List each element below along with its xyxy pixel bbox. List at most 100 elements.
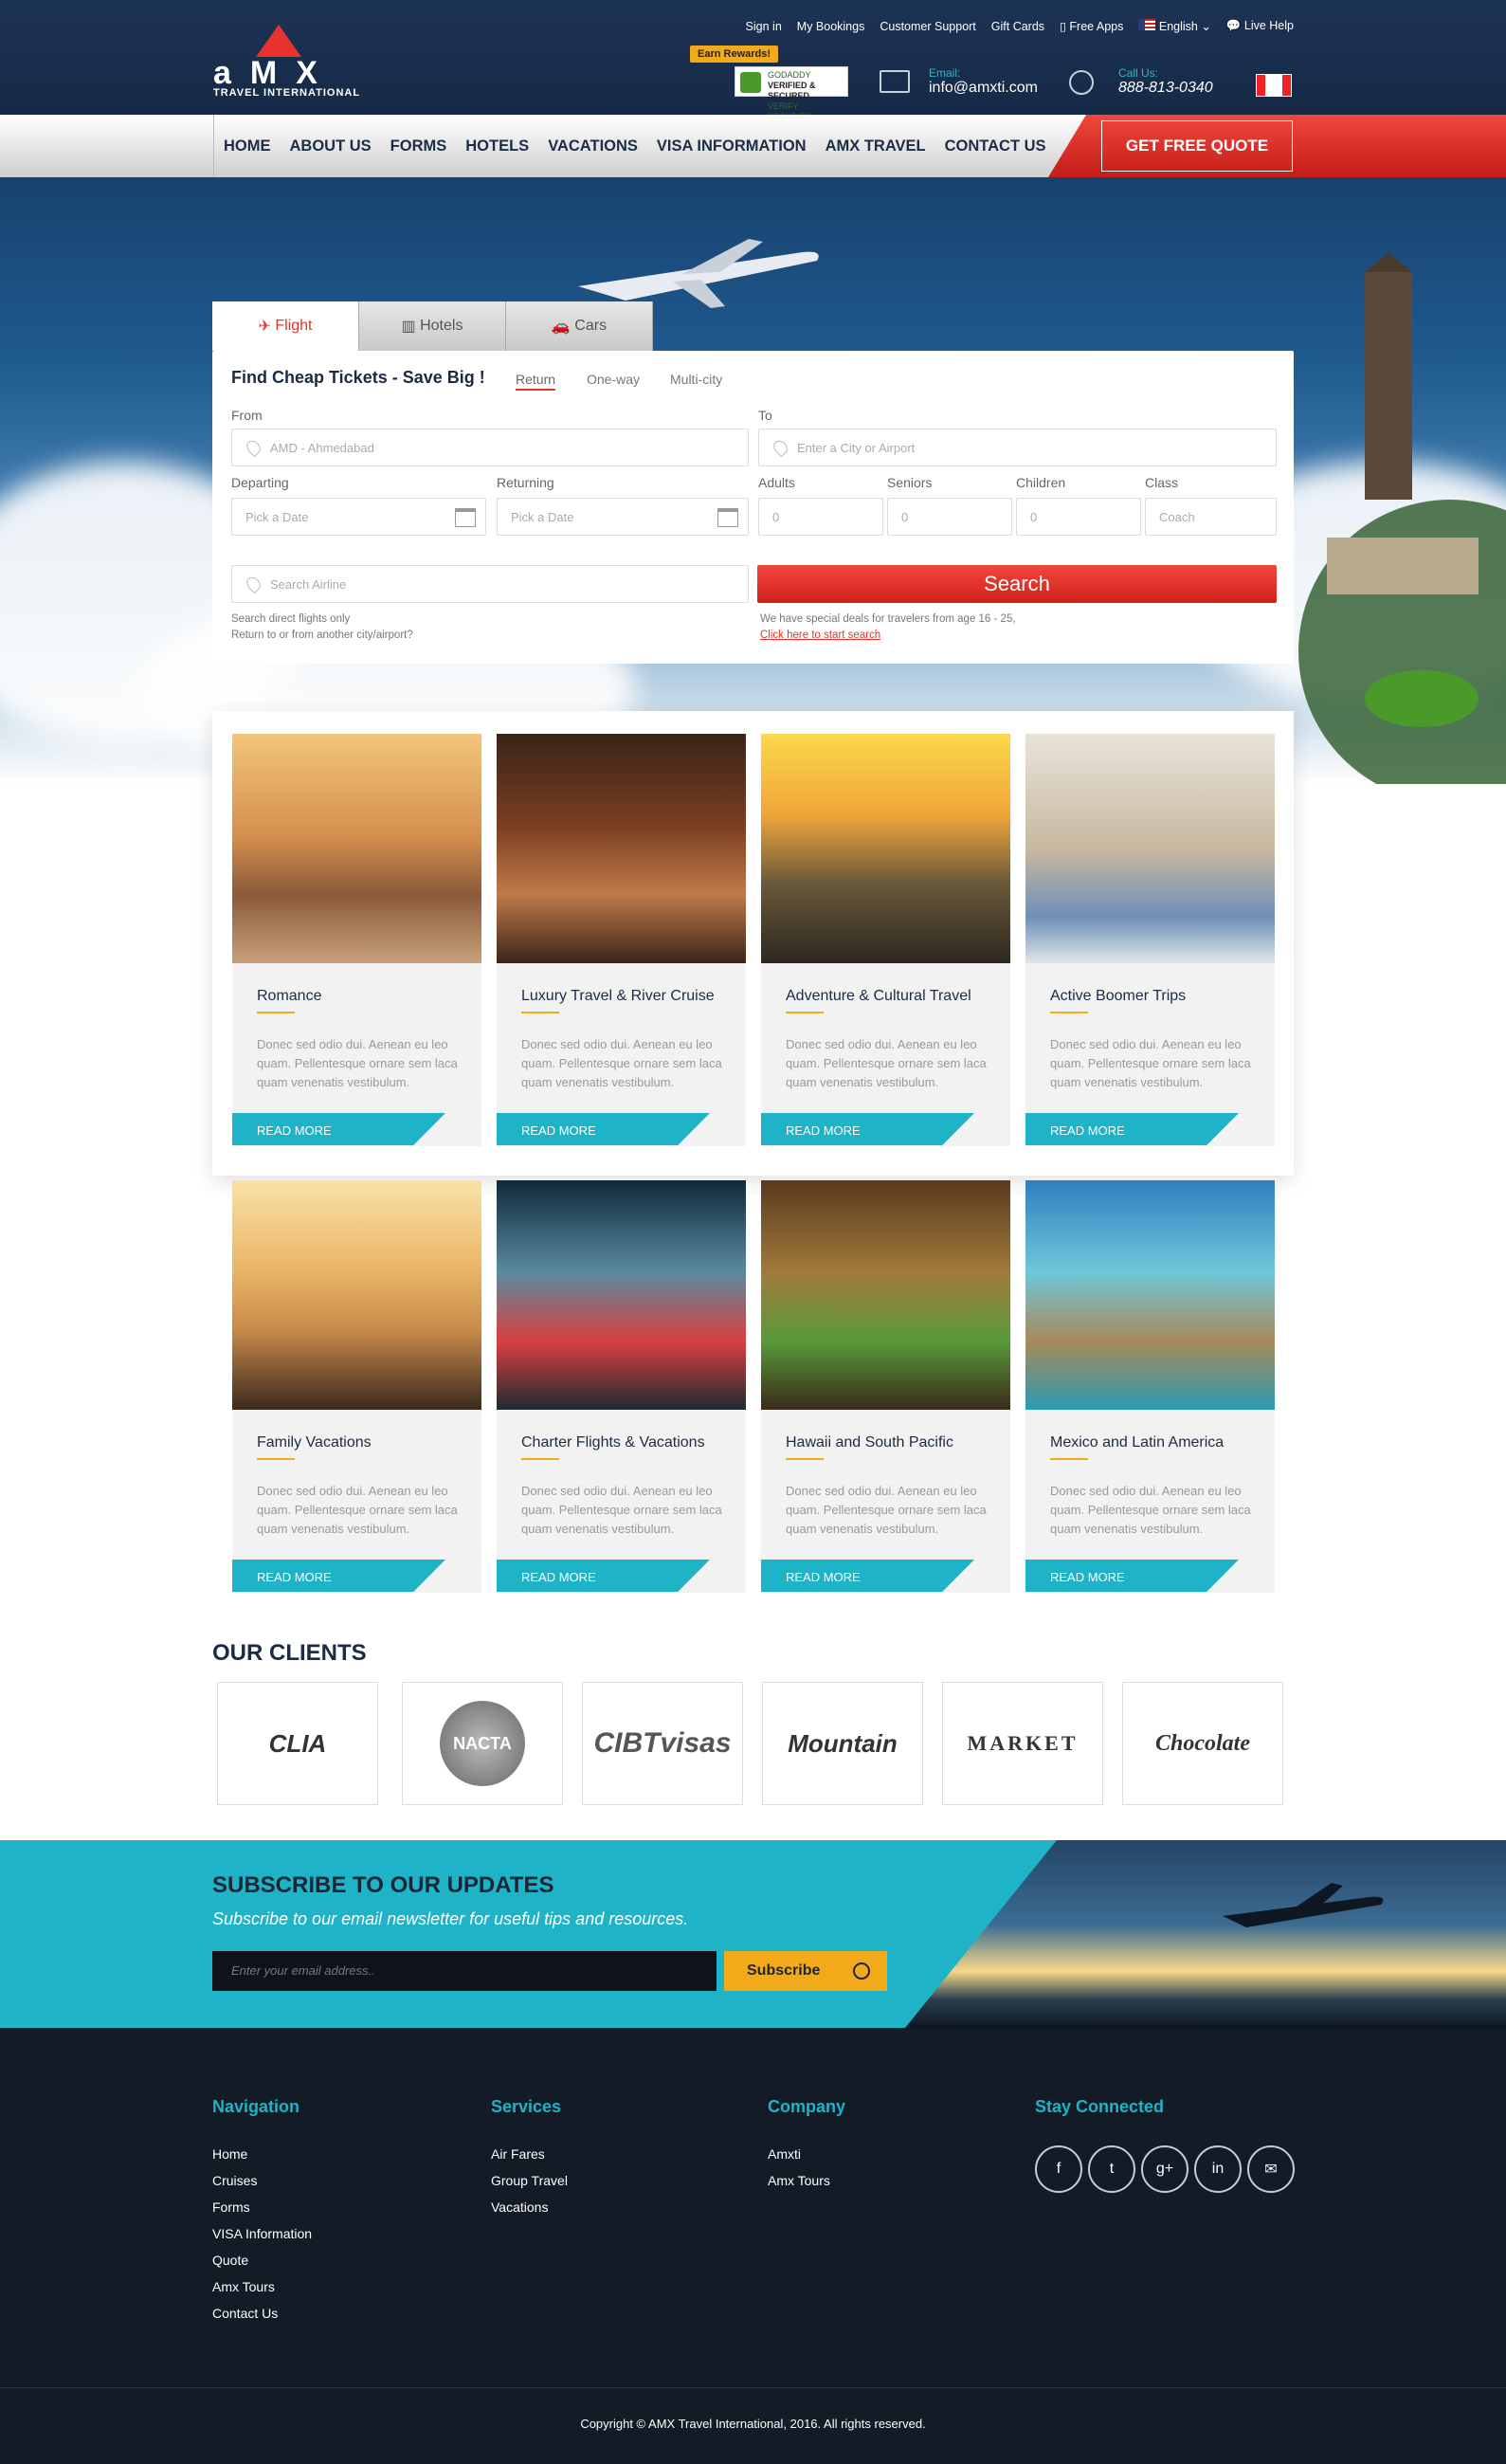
category-card[interactable]: Family Vacations Donec sed odio dui. Aene…: [232, 1180, 481, 1593]
read-more-button[interactable]: READ MORE: [761, 1113, 974, 1145]
twitter-icon[interactable]: t: [1088, 2145, 1135, 2193]
category-photo[interactable]: [232, 734, 481, 963]
category-card[interactable]: Mexico and Latin America Donec sed odio d…: [1025, 1180, 1275, 1593]
subscribe-button[interactable]: Subscribe: [724, 1951, 887, 1991]
calendar-icon[interactable]: [717, 508, 738, 527]
nav-visa-information[interactable]: VISA INFORMATION: [647, 137, 816, 155]
category-title[interactable]: Charter Flights & Vacations: [521, 1434, 705, 1451]
mail-icon[interactable]: ✉: [1247, 2145, 1295, 2193]
nav-vacations[interactable]: VACATIONS: [538, 137, 647, 155]
phone-value[interactable]: 888-813-0340: [1118, 80, 1213, 97]
adults-input[interactable]: 0: [758, 498, 883, 536]
tab-cars[interactable]: 🚗 Cars: [506, 301, 653, 351]
children-input[interactable]: 0: [1016, 498, 1141, 536]
category-title[interactable]: Hawaii and South Pacific: [786, 1434, 953, 1451]
email-value[interactable]: info@amxti.com: [929, 80, 1038, 97]
client-logo-market[interactable]: MARKET: [942, 1682, 1103, 1805]
free-apps-link[interactable]: ▯ Free Apps: [1060, 19, 1123, 33]
category-card[interactable]: Active Boomer Trips Donec sed odio dui. A…: [1025, 734, 1275, 1146]
read-more-button[interactable]: READ MORE: [232, 1113, 445, 1145]
class-select[interactable]: Coach: [1145, 498, 1277, 536]
trip-one-way[interactable]: One-way: [587, 372, 640, 387]
email-contact[interactable]: Email: info@amxti.com: [880, 66, 1038, 97]
category-card[interactable]: Romance Donec sed odio dui. Aenean eu leo…: [232, 734, 481, 1146]
security-badge[interactable]: GODADDY VERIFIED & SECURED VERIFY SECURI…: [735, 66, 848, 121]
category-title[interactable]: Active Boomer Trips: [1050, 988, 1186, 1005]
footer-link-amxti[interactable]: Amxti: [768, 2141, 830, 2167]
client-logo-clia[interactable]: CLIA: [217, 1682, 378, 1805]
tab-hotels[interactable]: ▥ Hotels: [359, 301, 506, 351]
departing-date-input[interactable]: Pick a Date: [231, 498, 486, 536]
linkedin-icon[interactable]: in: [1194, 2145, 1242, 2193]
category-card[interactable]: Luxury Travel & River Cruise Donec sed od…: [497, 734, 746, 1146]
read-more-button[interactable]: READ MORE: [1025, 1560, 1239, 1592]
email-input[interactable]: Enter your email address..: [212, 1951, 717, 1991]
nav-home[interactable]: HOME: [214, 137, 281, 155]
seniors-input[interactable]: 0: [887, 498, 1012, 536]
returning-date-input[interactable]: Pick a Date: [497, 498, 749, 536]
live-help-link[interactable]: 💬 Live Help: [1226, 19, 1294, 33]
client-logo-cibt[interactable]: CIBTvisas: [582, 1682, 743, 1805]
to-input[interactable]: Enter a City or Airport: [758, 429, 1277, 466]
footer-link-visa[interactable]: VISA Information: [212, 2220, 312, 2247]
client-logo-chocolate[interactable]: Chocolate: [1122, 1682, 1283, 1805]
nav-hotels[interactable]: HOTELS: [456, 137, 538, 155]
read-more-button[interactable]: READ MORE: [497, 1560, 710, 1592]
nav-about-us[interactable]: ABOUT US: [281, 137, 381, 155]
nav-amx-travel[interactable]: AMX TRAVEL: [816, 137, 935, 155]
footer-link-vacations[interactable]: Vacations: [491, 2194, 568, 2220]
direct-flights-note[interactable]: Search direct flights only: [231, 611, 413, 628]
category-photo[interactable]: [761, 1180, 1010, 1410]
other-airport-note[interactable]: Return to or from another city/airport?: [231, 628, 413, 644]
footer-link-amx-tours-company[interactable]: Amx Tours: [768, 2167, 830, 2194]
tab-flight[interactable]: ✈ Flight: [212, 301, 359, 351]
footer-link-home[interactable]: Home: [212, 2141, 312, 2167]
footer-link-air-fares[interactable]: Air Fares: [491, 2141, 568, 2167]
category-photo[interactable]: [497, 1180, 746, 1410]
read-more-button[interactable]: READ MORE: [497, 1113, 710, 1145]
from-input[interactable]: AMD - Ahmedabad: [231, 429, 749, 466]
facebook-icon[interactable]: f: [1035, 2145, 1082, 2193]
trip-return[interactable]: Return: [516, 372, 556, 391]
start-search-link[interactable]: Click here to start search: [760, 630, 880, 641]
sign-in-link[interactable]: Sign in: [746, 20, 782, 33]
client-logo-nacta[interactable]: NACTA: [402, 1682, 563, 1805]
category-photo[interactable]: [497, 734, 746, 963]
footer-link-quote[interactable]: Quote: [212, 2247, 312, 2273]
language-select[interactable]: English ⌄: [1138, 19, 1211, 33]
read-more-button[interactable]: READ MORE: [1025, 1113, 1239, 1145]
search-button[interactable]: Search: [757, 565, 1277, 603]
category-photo[interactable]: [232, 1180, 481, 1410]
category-card[interactable]: Charter Flights & Vacations Donec sed odi…: [497, 1180, 746, 1593]
category-photo[interactable]: [1025, 1180, 1275, 1410]
footer-link-forms[interactable]: Forms: [212, 2194, 312, 2220]
google-plus-icon[interactable]: g+: [1141, 2145, 1188, 2193]
category-title[interactable]: Family Vacations: [257, 1434, 372, 1451]
footer-link-contact[interactable]: Contact Us: [212, 2300, 312, 2327]
category-card[interactable]: Hawaii and South Pacific Donec sed odio d…: [761, 1180, 1010, 1593]
gift-cards-link[interactable]: Gift Cards: [991, 20, 1044, 33]
nav-contact-us[interactable]: CONTACT US: [935, 137, 1056, 155]
customer-support-link[interactable]: Customer Support: [880, 20, 975, 33]
footer-link-group-travel[interactable]: Group Travel: [491, 2167, 568, 2194]
phone-contact[interactable]: Call Us: 888-813-0340: [1069, 66, 1213, 97]
footer-link-amx-tours[interactable]: Amx Tours: [212, 2273, 312, 2300]
category-photo[interactable]: [761, 734, 1010, 963]
client-logo-mountain[interactable]: Mountain: [762, 1682, 923, 1805]
footer-link-cruises[interactable]: Cruises: [212, 2167, 312, 2194]
airline-input[interactable]: Search Airline: [231, 565, 749, 603]
nav-forms[interactable]: FORMS: [381, 137, 457, 155]
trip-multi-city[interactable]: Multi-city: [670, 372, 722, 387]
category-title[interactable]: Adventure & Cultural Travel: [786, 988, 971, 1005]
my-bookings-link[interactable]: My Bookings: [797, 20, 865, 33]
category-title[interactable]: Romance: [257, 988, 321, 1005]
category-photo[interactable]: [1025, 734, 1275, 963]
category-title[interactable]: Mexico and Latin America: [1050, 1434, 1224, 1451]
earn-rewards-badge[interactable]: Earn Rewards!: [690, 46, 779, 63]
read-more-button[interactable]: READ MORE: [232, 1560, 445, 1592]
canada-flag-icon[interactable]: [1256, 74, 1292, 97]
category-card[interactable]: Adventure & Cultural Travel Donec sed odi…: [761, 734, 1010, 1146]
read-more-button[interactable]: READ MORE: [761, 1560, 974, 1592]
get-free-quote-button[interactable]: GET FREE QUOTE: [1101, 120, 1293, 172]
calendar-icon[interactable]: [455, 508, 476, 527]
